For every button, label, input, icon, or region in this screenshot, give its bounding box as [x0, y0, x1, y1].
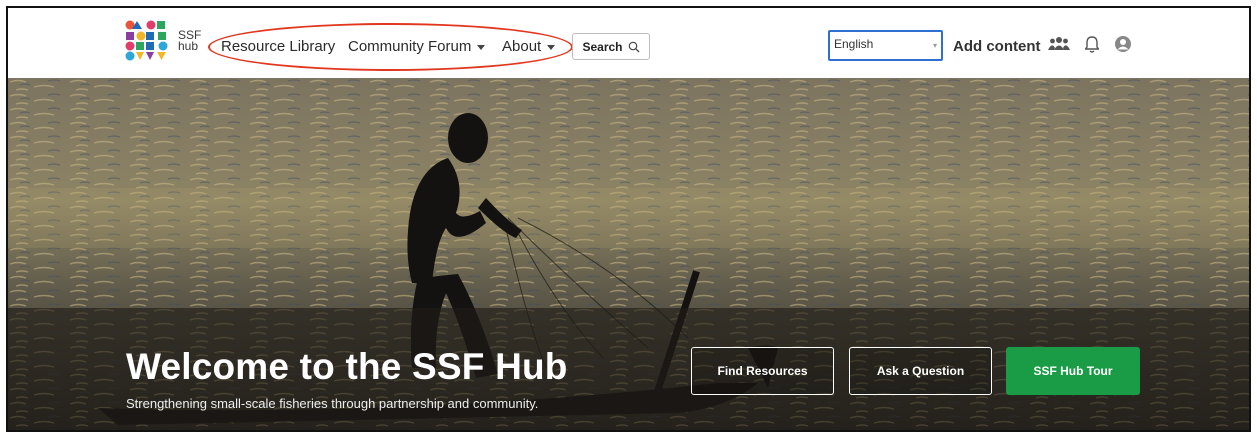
select-arrow-icon: ▾ — [932, 41, 937, 50]
search-button[interactable]: Search — [572, 33, 650, 60]
site-header: SSF hub Resource Library Community Forum… — [8, 8, 1249, 78]
nav-community-forum[interactable]: Community Forum — [348, 38, 486, 55]
language-select[interactable]: English ▾ — [828, 30, 943, 61]
user-circle-icon[interactable] — [1114, 35, 1132, 53]
brand-line-2: hub — [178, 39, 199, 53]
language-value: English — [834, 37, 874, 51]
magnifier-icon — [628, 41, 639, 52]
hero-subtitle: Strengthening small-scale fisheries thro… — [126, 396, 539, 411]
search-label: Search — [582, 39, 623, 54]
ask-question-button[interactable]: Ask a Question — [849, 347, 992, 395]
nav-community-forum-label: Community Forum — [348, 38, 472, 55]
add-content-link[interactable]: Add content — [953, 38, 1041, 55]
hero-banner: Welcome to the SSF Hub Strengthening sma… — [8, 78, 1249, 430]
chevron-down-icon — [547, 44, 556, 50]
bell-icon[interactable] — [1085, 35, 1099, 53]
find-resources-button[interactable]: Find Resources — [691, 347, 834, 395]
people-icon[interactable] — [1048, 36, 1070, 52]
brand-text[interactable]: SSF hub — [178, 29, 201, 53]
hero-title: Welcome to the SSF Hub — [126, 346, 568, 387]
nav-about[interactable]: About — [502, 38, 556, 55]
browser-frame: SSF hub Resource Library Community Forum… — [6, 6, 1251, 432]
ssf-hub-tour-button[interactable]: SSF Hub Tour — [1006, 347, 1140, 395]
chevron-down-icon — [477, 44, 486, 50]
nav-about-label: About — [502, 38, 542, 55]
nav-resource-library[interactable]: Resource Library — [221, 38, 335, 55]
